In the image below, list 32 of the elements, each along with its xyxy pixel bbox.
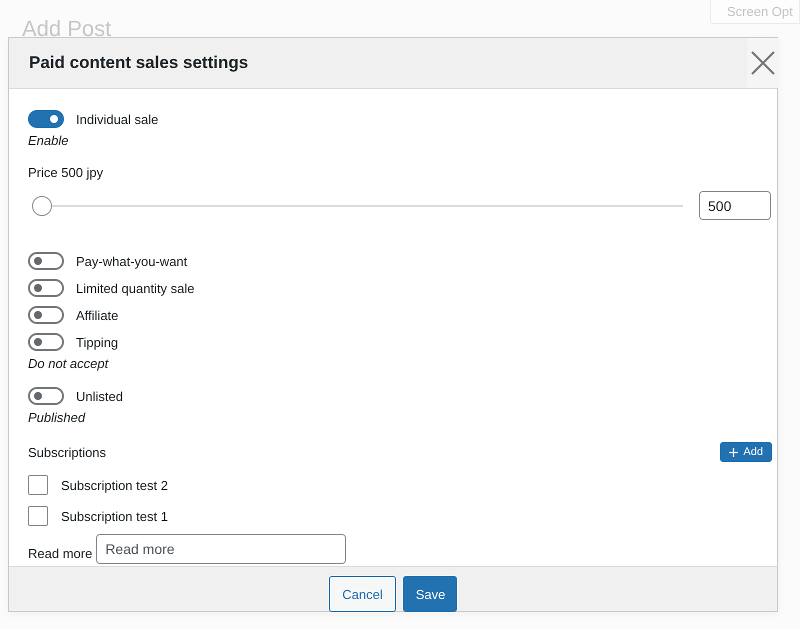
price-field[interactable]: 500 bbox=[699, 191, 771, 220]
status-note: Published bbox=[28, 409, 86, 427]
status-note: Enable bbox=[28, 132, 70, 150]
checkbox[interactable] bbox=[28, 475, 48, 495]
close-button[interactable] bbox=[747, 38, 779, 88]
toggle-label: Pay-what-you-want bbox=[76, 254, 188, 268]
toggle-switch[interactable] bbox=[28, 279, 64, 297]
checkbox-label: Subscription test 1 bbox=[61, 508, 168, 524]
slider-thumb[interactable] bbox=[32, 196, 52, 216]
status-note: Do not accept bbox=[28, 355, 110, 373]
section-heading: Subscriptions bbox=[28, 444, 106, 460]
toggle-switch[interactable] bbox=[28, 252, 64, 270]
toggle-label: Individual sale bbox=[76, 112, 158, 126]
dialog-title: Paid content sales settings bbox=[29, 53, 248, 73]
toggle-switch[interactable] bbox=[28, 387, 64, 405]
toggle-label: Unlisted bbox=[76, 388, 123, 404]
toggle-switch[interactable] bbox=[28, 110, 64, 128]
field-label: Read more bbox=[28, 546, 92, 563]
cancel-button[interactable]: Cancel bbox=[329, 576, 396, 612]
read-more-field[interactable]: Read more bbox=[96, 534, 346, 564]
toggle-label: Tipping bbox=[76, 334, 118, 350]
toggle-switch[interactable] bbox=[28, 333, 64, 351]
plus-icon bbox=[729, 448, 738, 456]
save-button[interactable]: Save bbox=[402, 576, 457, 612]
checkbox-label: Subscription test 2 bbox=[61, 478, 168, 492]
add-button[interactable]: Add bbox=[720, 442, 772, 462]
toggle-label: Affiliate bbox=[76, 308, 118, 322]
toggle-label: Limited quantity sale bbox=[76, 280, 195, 296]
close-icon bbox=[751, 51, 775, 75]
price-label: Price 500 jpy bbox=[28, 164, 104, 182]
checkbox[interactable] bbox=[28, 506, 48, 526]
toggle-switch[interactable] bbox=[28, 306, 64, 324]
